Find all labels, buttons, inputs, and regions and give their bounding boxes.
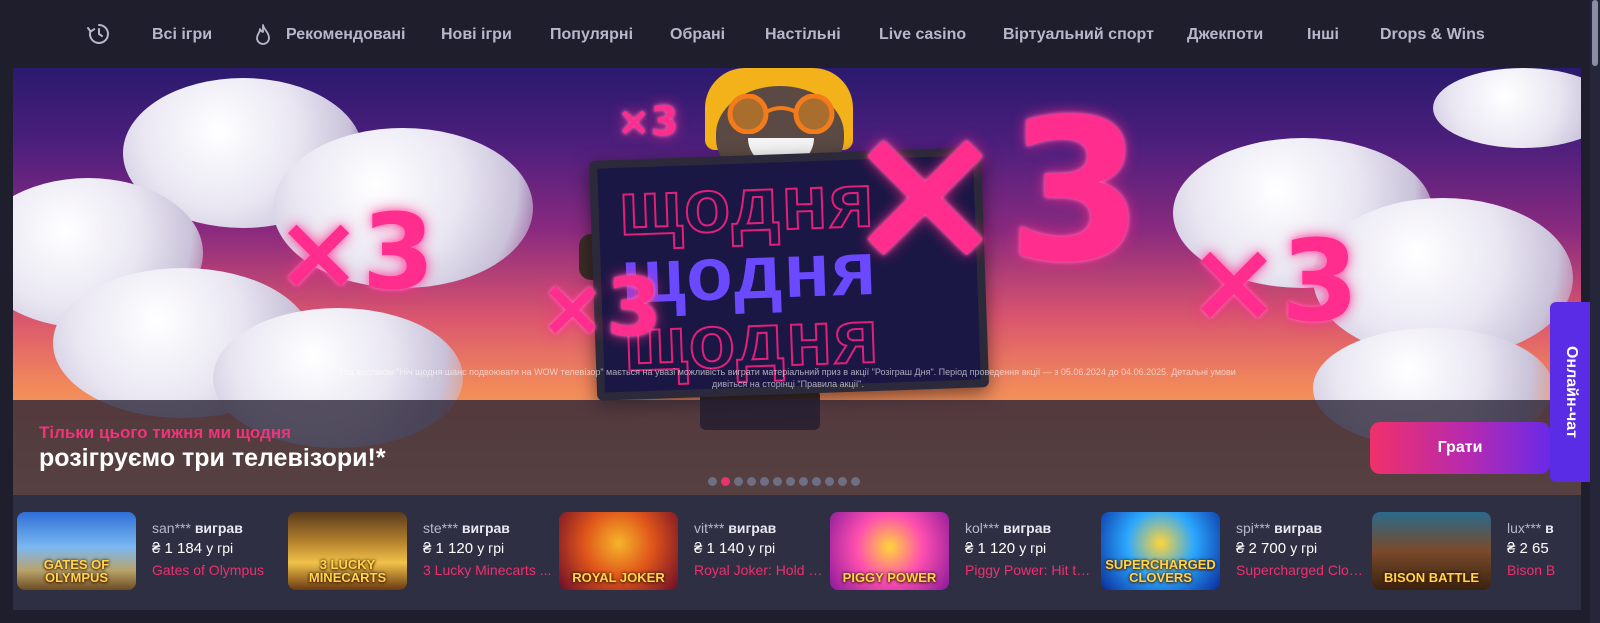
recent-winners-strip: GATES OF OLYMPUS san*** виграв ₴ 1 184 у… <box>13 495 1581 610</box>
page-scrollbar[interactable] <box>1590 0 1600 623</box>
multiplier-badge: ×3 <box>617 99 679 145</box>
game-link[interactable]: 3 Lucky Minecarts ... <box>423 560 553 580</box>
carousel-dot[interactable] <box>734 477 743 486</box>
win-amount: ₴ 2 700 у грі <box>1236 540 1318 557</box>
winner-user: spi*** виграв <box>1236 520 1323 536</box>
game-link[interactable]: Piggy Power: Hit th... <box>965 560 1095 580</box>
nav-table[interactable]: Настільні <box>765 24 841 46</box>
carousel-dot[interactable] <box>812 477 821 486</box>
winner-user: kol*** виграв <box>965 520 1052 536</box>
game-link[interactable]: Bison B <box>1507 560 1581 580</box>
carousel-dot[interactable] <box>825 477 834 486</box>
flame-icon <box>256 24 270 45</box>
carousel-dot[interactable] <box>747 477 756 486</box>
cloud <box>1433 68 1581 148</box>
online-chat-label: Онлайн-чат <box>1563 345 1580 439</box>
top-nav: Всі ігри Рекомендовані Нові ігри Популяр… <box>0 0 1600 68</box>
carousel-dots <box>708 477 860 486</box>
game-thumbnail[interactable]: SUPERCHARGED CLOVERS <box>1101 512 1220 590</box>
winner-user: san*** виграв <box>152 520 243 536</box>
nav-all-games[interactable]: Всі ігри <box>152 24 212 46</box>
online-chat-button[interactable]: Онлайн-чат <box>1550 302 1592 482</box>
carousel-dot[interactable] <box>721 477 730 486</box>
carousel-dot[interactable] <box>838 477 847 486</box>
carousel-dot[interactable] <box>760 477 769 486</box>
carousel-dot[interactable] <box>799 477 808 486</box>
carousel-dot[interactable] <box>708 477 717 486</box>
multiplier-badge: ×3 <box>843 78 1144 306</box>
promo-subtitle: Тільки цього тижня ми щодня <box>39 423 292 442</box>
game-thumbnail[interactable]: GATES OF OLYMPUS <box>17 512 136 590</box>
multiplier-badge: ×3 <box>539 261 662 354</box>
carousel-dot[interactable] <box>786 477 795 486</box>
game-thumbnail[interactable]: ROYAL JOKER <box>559 512 678 590</box>
win-amount: ₴ 2 65 <box>1507 540 1549 557</box>
game-thumbnail[interactable]: PIGGY POWER <box>830 512 949 590</box>
game-logo: BISON BATTLE <box>1383 570 1480 585</box>
multiplier-badge: ×3 <box>1187 217 1359 347</box>
winner-user: lux*** в <box>1507 520 1554 536</box>
game-thumbnail[interactable]: BISON BATTLE <box>1372 512 1491 590</box>
carousel-dot[interactable] <box>773 477 782 486</box>
nav-jackpots[interactable]: Джекпоти <box>1187 24 1263 46</box>
multiplier-badge: ×3 <box>275 191 435 313</box>
legal-disclaimer: Під вислівом "Ніч щодня шанс подвоювати … <box>340 367 1236 389</box>
nav-virtual-sport[interactable]: Віртуальний спорт <box>1003 24 1154 46</box>
game-logo: 3 LUCKY MINECARTS <box>308 557 387 585</box>
nav-favorites[interactable]: Обрані <box>670 24 725 46</box>
game-link[interactable]: Gates of Olympus <box>152 560 282 580</box>
winner-user: vit*** виграв <box>694 520 777 536</box>
nav-new-games[interactable]: Нові ігри <box>441 24 512 46</box>
win-amount: ₴ 1 120 у грі <box>965 540 1047 557</box>
glasses-icon <box>727 94 835 134</box>
game-logo: PIGGY POWER <box>842 570 937 585</box>
carousel-dot[interactable] <box>851 477 860 486</box>
nav-live-casino[interactable]: Live casino <box>879 24 966 46</box>
promo-banner[interactable]: щодня щодня щодня ×3 ×3 ×3 ×3 ×3 Під вис… <box>13 68 1581 495</box>
history-icon[interactable] <box>86 22 110 46</box>
nav-recommended-label: Рекомендовані <box>286 26 406 43</box>
game-logo: ROYAL JOKER <box>572 570 665 585</box>
win-amount: ₴ 1 140 у грі <box>694 540 776 557</box>
nav-other[interactable]: Інші <box>1307 24 1339 46</box>
scrollbar-thumb[interactable] <box>1592 0 1598 66</box>
game-thumbnail[interactable]: 3 LUCKY MINECARTS <box>288 512 407 590</box>
game-logo: GATES OF OLYMPUS <box>43 557 110 585</box>
play-button[interactable]: Грати <box>1370 422 1550 474</box>
game-logo: SUPERCHARGED CLOVERS <box>1105 557 1216 585</box>
nav-popular[interactable]: Популярні <box>550 24 633 46</box>
promo-title: розігруємо три телевізори!* <box>39 444 386 472</box>
win-amount: ₴ 1 120 у грі <box>423 540 505 557</box>
win-amount: ₴ 1 184 у грі <box>152 540 234 557</box>
game-link[interactable]: Supercharged Clov... <box>1236 560 1366 580</box>
game-link[interactable]: Royal Joker: Hold a... <box>694 560 824 580</box>
nav-recommended[interactable]: Рекомендовані <box>254 24 406 46</box>
winner-user: ste*** виграв <box>423 520 510 536</box>
nav-drops-wins[interactable]: Drops & Wins <box>1380 24 1485 46</box>
